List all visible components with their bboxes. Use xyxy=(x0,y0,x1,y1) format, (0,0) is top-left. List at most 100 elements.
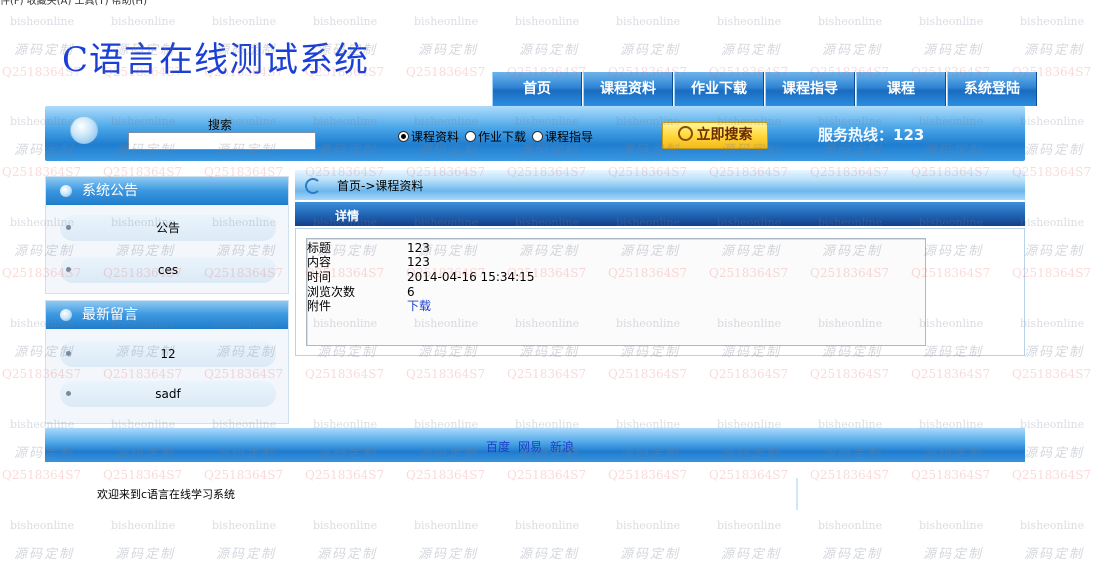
search-now-label: 立即搜索 xyxy=(696,127,753,143)
search-label: 搜索 xyxy=(208,118,233,132)
watermark-text: Q2518364S7 xyxy=(709,468,789,482)
footer-links: 百度 网易 新浪 xyxy=(486,438,574,455)
watermark-text: Q2518364S7 xyxy=(608,468,688,482)
watermark-text: 源码定制 xyxy=(923,43,984,58)
watermark-text: Q2518364S7 xyxy=(406,367,486,381)
watermark-text: bisheonline xyxy=(919,519,984,532)
nav-system-login[interactable]: 系统登陆 xyxy=(947,72,1037,106)
message-item[interactable]: sadf xyxy=(60,381,276,407)
watermark-text: bisheonline xyxy=(717,15,782,28)
watermark-text: bisheonline xyxy=(616,15,681,28)
watermark-text: 源码定制 xyxy=(418,547,479,562)
watermark-text: bisheonline xyxy=(1020,216,1085,229)
detail-value-cell: 下载 xyxy=(407,299,431,313)
watermark-text: 源码定制 xyxy=(822,43,883,58)
watermark-text: bisheonline xyxy=(717,519,782,532)
message-item[interactable]: 12 xyxy=(60,341,276,367)
watermark-text: bisheonline xyxy=(10,519,75,532)
site-logo: C语言在线测试系统 xyxy=(62,32,369,81)
messages-header: 最新留言 xyxy=(46,301,288,329)
watermark-text: 源码定制 xyxy=(620,547,681,562)
messages-gem-icon xyxy=(60,309,72,321)
watermark-text: 源码定制 xyxy=(822,547,883,562)
nav-course[interactable]: 课程 xyxy=(856,72,946,106)
nav-course-materials[interactable]: 课程资料 xyxy=(583,72,673,106)
nav-homework-download[interactable]: 作业下载 xyxy=(674,72,764,106)
watermark-text: bisheonline xyxy=(515,519,580,532)
watermark-text: bisheonline xyxy=(1020,15,1085,28)
service-hotline: 服务热线：123 xyxy=(818,126,925,144)
messages-title: 最新留言 xyxy=(82,307,138,323)
detail-label: 浏览次数 xyxy=(307,285,356,299)
watermark-text: 源码定制 xyxy=(216,547,277,562)
watermark-text: 源码定制 xyxy=(721,547,782,562)
footer-link-baidu[interactable]: 百度 xyxy=(486,438,510,455)
attachment-download-link[interactable]: 下载 xyxy=(407,299,431,313)
divider xyxy=(796,478,798,510)
logo-text: 语言在线测试系统 xyxy=(89,40,370,80)
watermark-text: Q2518364S7 xyxy=(305,367,385,381)
detail-value: 6 xyxy=(407,285,415,299)
welcome-text: 欢迎来到c语言在线学习系统 xyxy=(97,488,236,501)
search-orb-icon xyxy=(70,116,98,144)
radio-homework-download[interactable] xyxy=(465,131,477,142)
radio-course-materials[interactable] xyxy=(398,131,409,142)
watermark-text: bisheonline xyxy=(212,15,277,28)
bullet-icon xyxy=(66,351,71,356)
watermark-text: 源码定制 xyxy=(923,547,984,562)
nav-course-guidance[interactable]: 课程指导 xyxy=(765,72,855,106)
watermark-text: bisheonline xyxy=(1020,317,1085,330)
watermark-text: Q2518364S7 xyxy=(507,468,587,482)
search-category-group: 课程资料 作业下载 课程指导 xyxy=(392,128,593,145)
notice-item-label: 公告 xyxy=(155,221,180,235)
watermark-text: Q2518364S7 xyxy=(406,468,486,482)
detail-value: 123 xyxy=(407,255,430,269)
watermark-text: Q2518364S7 xyxy=(810,468,890,482)
watermark-text: 源码定制 xyxy=(115,547,176,562)
breadcrumb: 首页->课程资料 xyxy=(337,179,424,193)
watermark-text: Q2518364S7 xyxy=(103,468,183,482)
watermark-text: Q2518364S7 xyxy=(2,468,82,482)
main-nav: 首页 课程资料 作业下载 课程指导 课程 系统登陆 xyxy=(492,72,1038,106)
watermark-text: Q2518364S7 xyxy=(608,367,688,381)
watermark-text: Q2518364S7 xyxy=(911,468,991,482)
notice-item-label: ces xyxy=(157,263,179,277)
magnifier-icon xyxy=(677,126,693,141)
nav-home[interactable]: 首页 xyxy=(492,72,582,106)
notice-gem-icon xyxy=(60,185,72,197)
watermark-text: bisheonline xyxy=(515,15,580,28)
radio-label-homework-download: 作业下载 xyxy=(478,130,527,144)
watermark-text: bisheonline xyxy=(313,519,378,532)
radio-label-course-materials: 课程资料 xyxy=(411,130,460,144)
watermark-text: 源码定制 xyxy=(1024,244,1085,259)
radio-course-guidance[interactable] xyxy=(532,131,544,142)
content-header: 首页->课程资料 xyxy=(295,170,1025,200)
search-now-button[interactable]: 立即搜索 xyxy=(662,122,768,149)
watermark-text: Q2518364S7 xyxy=(406,65,486,79)
detail-header: 详情 xyxy=(295,202,1025,226)
detail-title: 详情 xyxy=(335,209,360,223)
search-input[interactable] xyxy=(128,132,316,150)
bullet-icon xyxy=(66,391,71,396)
notice-panel: 系统公告 公告 ces xyxy=(45,176,289,294)
watermark-text: bisheonline xyxy=(919,15,984,28)
watermark-text: bisheonline xyxy=(414,15,479,28)
watermark-text: 源码定制 xyxy=(1024,446,1085,461)
notice-item[interactable]: ces xyxy=(60,257,276,283)
watermark-text: bisheonline xyxy=(313,15,378,28)
footer-link-sina[interactable]: 新浪 xyxy=(550,438,574,455)
watermark-text: bisheonline xyxy=(818,15,883,28)
footer-link-netease[interactable]: 网易 xyxy=(518,438,542,455)
watermark-text: 源码定制 xyxy=(14,547,75,562)
bullet-icon xyxy=(66,225,71,230)
message-item-label: 12 xyxy=(160,347,176,361)
watermark-text: 源码定制 xyxy=(620,43,681,58)
notice-item[interactable]: 公告 xyxy=(60,215,276,241)
watermark-text: bisheonline xyxy=(1020,418,1085,431)
notice-header: 系统公告 xyxy=(46,177,288,205)
watermark-text: Q2518364S7 xyxy=(305,468,385,482)
watermark-text: Q2518364S7 xyxy=(911,367,991,381)
watermark-text: 源码定制 xyxy=(1024,547,1085,562)
logo-letter: C xyxy=(62,40,90,80)
watermark-text: 源码定制 xyxy=(317,547,378,562)
